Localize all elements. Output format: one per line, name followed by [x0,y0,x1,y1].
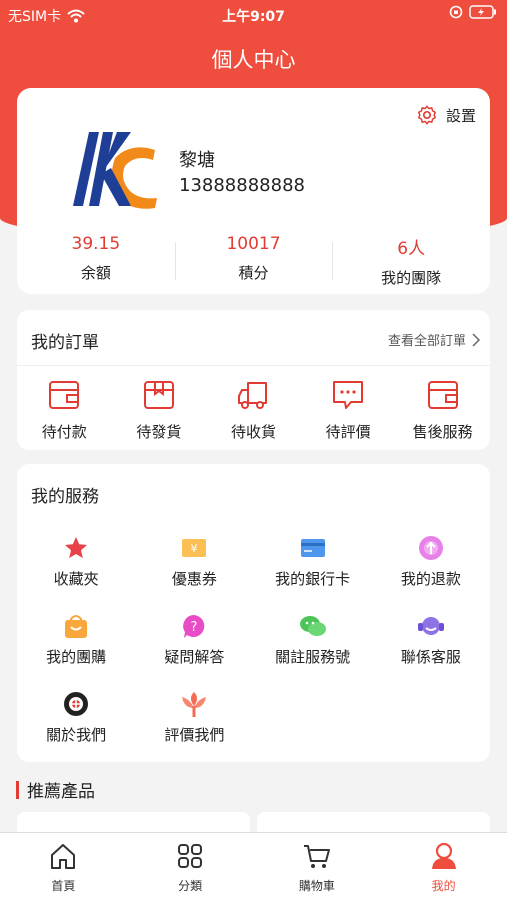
service-bank-card[interactable]: 我的銀行卡 [254,534,372,612]
group-buy-icon [65,615,88,638]
service-customer-service[interactable]: 聯係客服 [372,612,490,690]
service-rate-us[interactable]: 評價我們 [135,690,253,768]
refund-icon [418,536,443,560]
tab-cart[interactable]: 購物車 [254,833,381,900]
bank-card-icon [300,539,325,557]
truck-icon [238,382,268,409]
svg-text:¥: ¥ [191,542,198,555]
orders-title: 我的訂單 [31,333,99,353]
view-all-orders-link[interactable]: 查看全部訂單 [388,330,480,349]
home-icon [51,844,76,869]
user-phone: 13888888888 [179,175,305,196]
order-pending-review[interactable]: 待評價 [301,378,396,442]
service-label: 我的退款 [400,570,461,588]
page-title: 個人中心 [211,48,296,72]
services-card: 我的服務 收藏夾 ¥ 優惠券 我的銀行卡 我的退款 我的團購 ? 疑問解答 關註… [17,464,490,762]
service-label: 優惠券 [171,570,217,588]
package-icon [143,381,174,409]
tab-label: 購物車 [298,879,335,893]
service-favorites[interactable]: 收藏夾 [17,534,135,612]
order-pending-receipt[interactable]: 待收貨 [206,378,301,442]
service-about-us[interactable]: 關於我們 [17,690,135,768]
stats-row: 39.15 余額 10017 積分 6人 我的團隊 [17,234,490,287]
settings-label: 設置 [445,106,476,125]
chevron-right-icon [472,332,480,347]
service-coupons[interactable]: ¥ 優惠券 [135,534,253,612]
orders-card: 我的訂單 查看全部訂單 待付款 待發貨 待收貨 待評價 售後服務 [17,310,490,450]
bottom-tab-bar: 首頁 分類 購物車 我的 [0,832,507,900]
cart-icon [303,845,330,868]
service-follow-account[interactable]: 關註服務號 [254,612,372,690]
user-name: 黎塘 [179,150,215,171]
view-all-label: 查看全部訂單 [387,334,466,349]
order-label: 待評價 [325,423,371,441]
rate-icon [182,692,207,717]
status-time: 上午9:07 [222,9,285,25]
recommend-section-title: 推薦產品 [16,777,95,802]
service-refunds[interactable]: 我的退款 [372,534,490,612]
order-label: 售後服務 [412,423,473,441]
order-after-sales[interactable]: 售後服務 [395,378,490,442]
service-label: 聯係客服 [400,648,461,666]
battery-icon [469,5,496,19]
stat-value: 6人 [397,239,426,259]
stat-value: 39.15 [71,234,121,254]
order-label: 待收貨 [230,423,276,441]
stat-points[interactable]: 10017 積分 [174,234,333,284]
stat-value: 10017 [226,234,281,254]
service-faq[interactable]: ? 疑問解答 [135,612,253,690]
orientation-lock-icon [449,5,463,19]
svg-text:?: ? [191,620,198,635]
stat-balance[interactable]: 39.15 余額 [17,234,175,284]
stat-label: 積分 [238,264,269,282]
order-pending-payment[interactable]: 待付款 [17,378,112,442]
recommend-title: 推薦產品 [27,782,95,802]
service-label: 關註服務號 [275,648,351,666]
order-pending-shipment[interactable]: 待發貨 [112,378,207,442]
faq-icon: ? [183,615,205,638]
status-bar: 无SIM卡 上午9:07 [0,0,507,30]
tab-label: 我的 [431,879,456,893]
tab-mine[interactable]: 我的 [380,833,507,900]
avatar[interactable] [69,124,159,214]
service-group-buy[interactable]: 我的團購 [17,612,135,690]
gear-icon [418,105,436,125]
stat-label: 我的團隊 [381,269,442,287]
grid-icon [178,844,203,868]
profile-card: 設置 黎塘 13888888888 39.15 余額 10017 積分 6人 我… [17,88,490,294]
after-sales-icon [427,381,458,409]
about-icon [64,692,89,716]
star-icon [65,537,88,558]
order-label: 待付款 [41,423,87,441]
service-label: 疑問解答 [164,648,225,666]
title-accent-bar [16,780,19,799]
service-label: 我的團購 [46,648,107,666]
coupon-icon: ¥ [182,539,207,557]
tab-categories[interactable]: 分類 [127,833,254,900]
tab-label: 首頁 [51,879,76,893]
service-label: 我的銀行卡 [275,570,351,588]
stat-label: 余額 [80,264,111,282]
services-title: 我的服務 [31,487,99,507]
wechat-icon [299,616,326,636]
divider [17,365,490,366]
order-label: 待發貨 [136,423,182,441]
tab-label: 分類 [178,879,203,893]
service-label: 評價我們 [164,726,225,744]
user-icon [431,842,456,869]
wallet-icon [49,381,80,409]
tab-home[interactable]: 首頁 [0,833,127,900]
service-label: 關於我們 [46,726,107,744]
comment-icon [333,381,364,409]
settings-button[interactable]: 設置 [416,104,476,126]
stat-team[interactable]: 6人 我的團隊 [332,234,490,287]
service-label: 收藏夾 [53,570,99,588]
customer-service-icon [417,617,444,635]
